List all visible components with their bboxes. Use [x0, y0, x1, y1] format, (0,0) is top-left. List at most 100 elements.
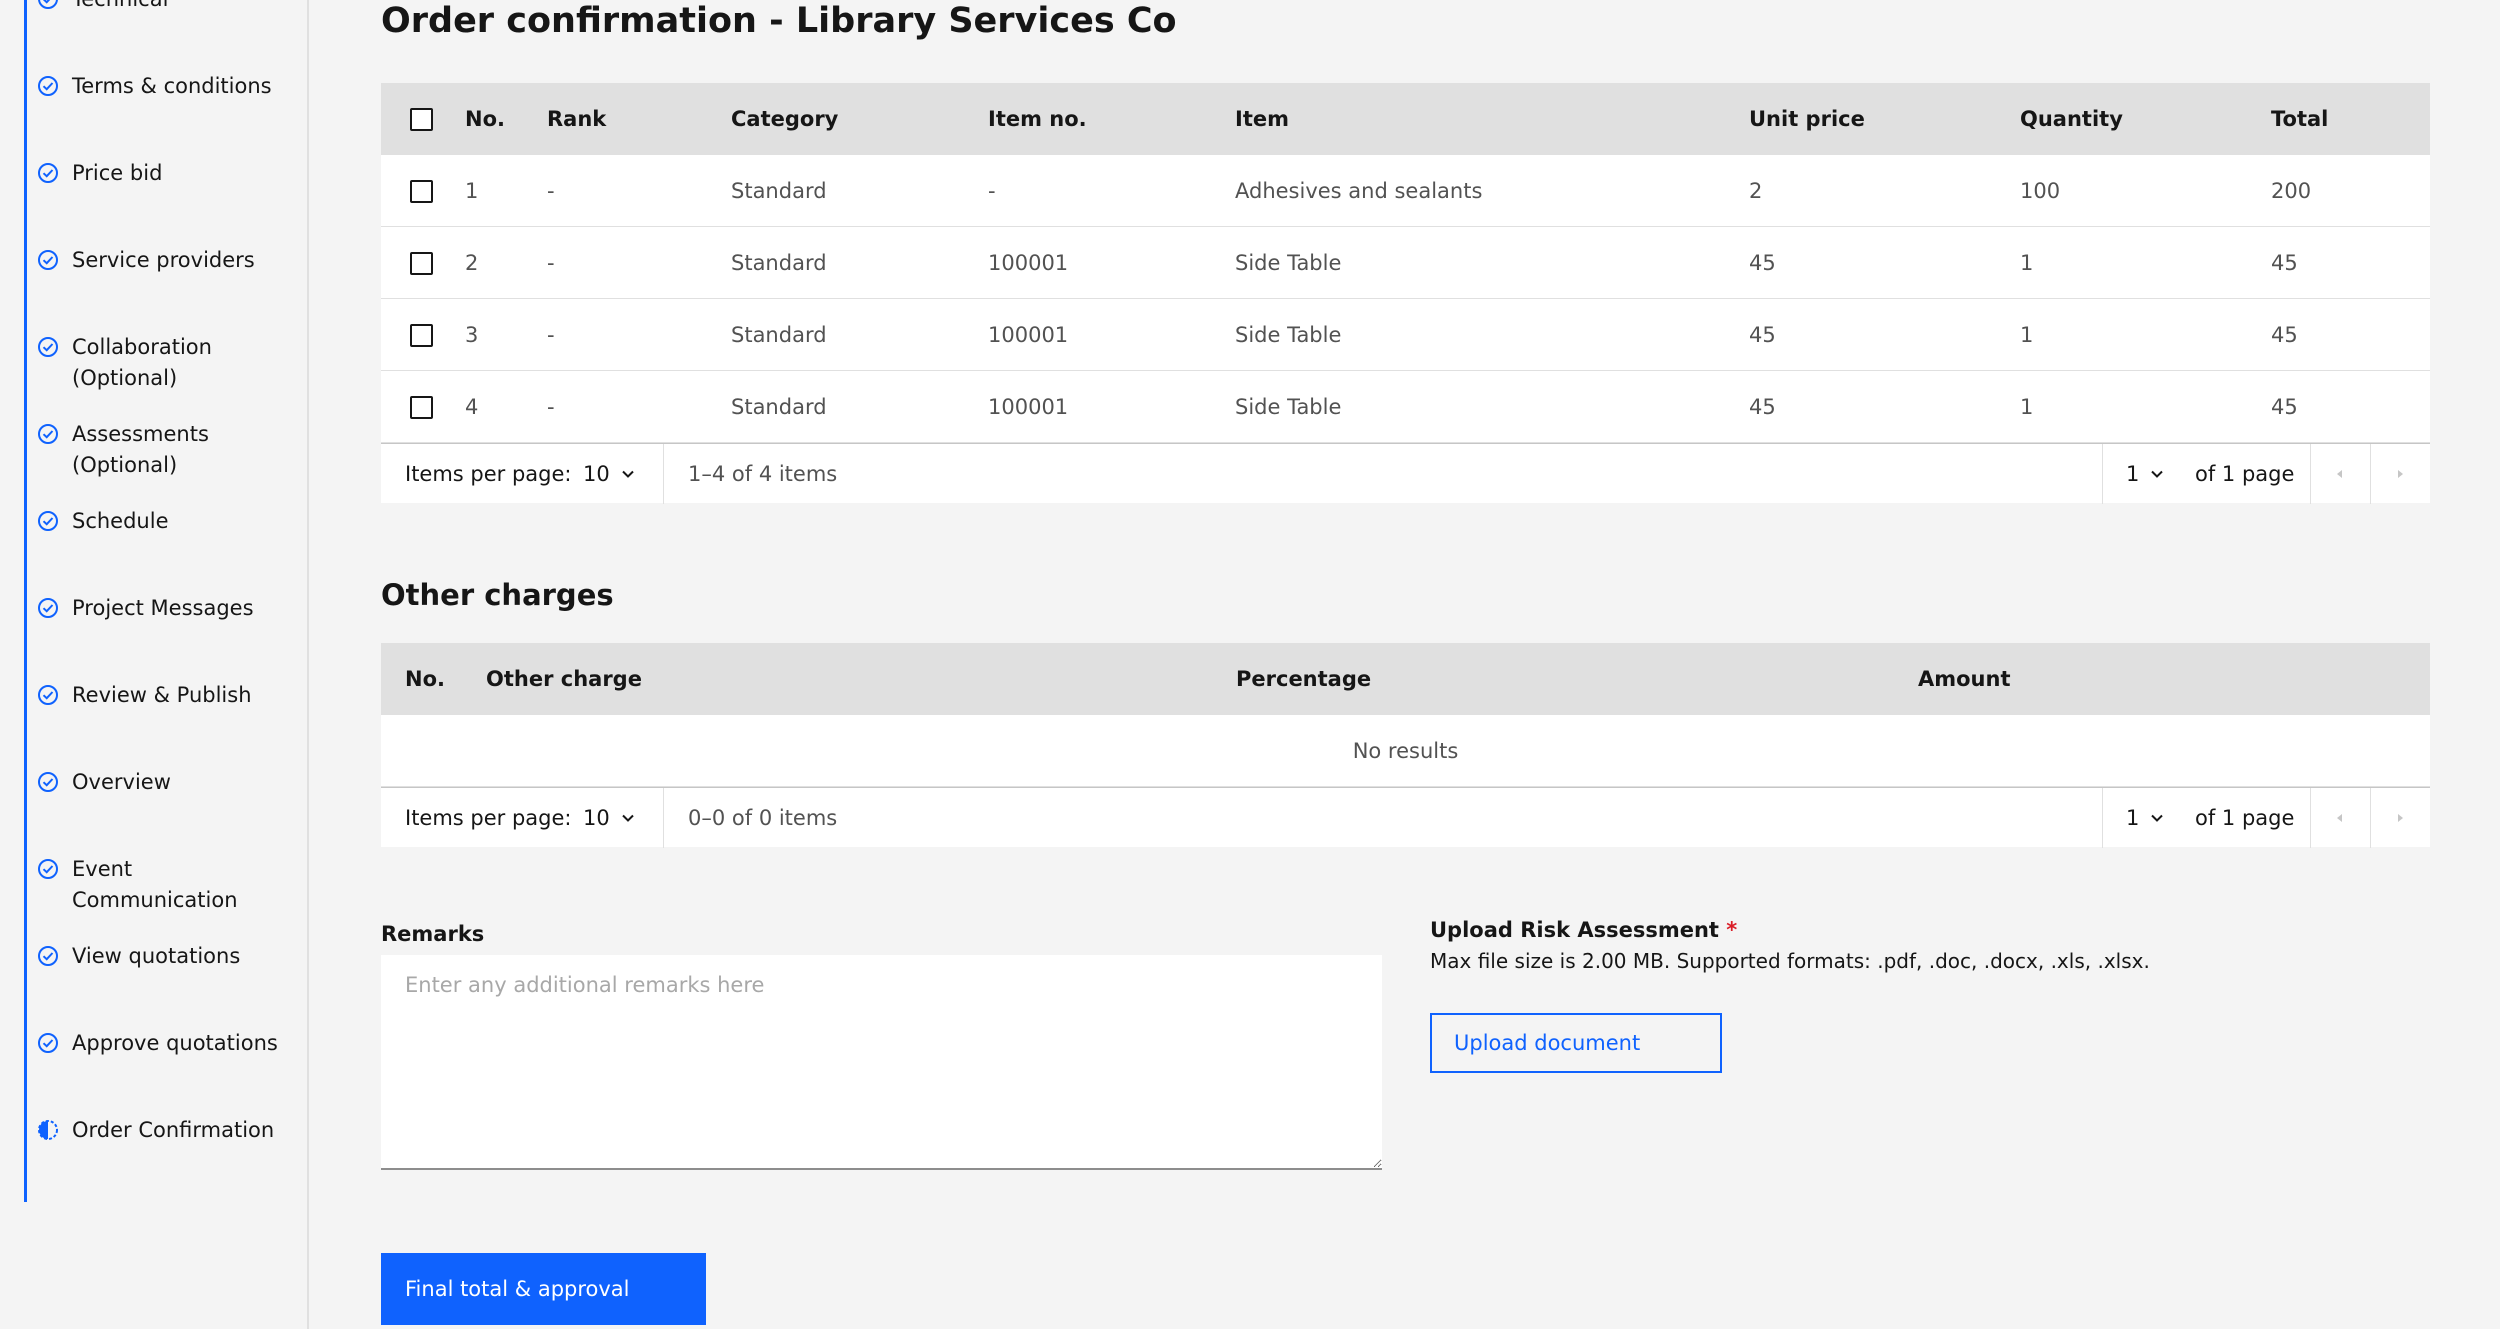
check-circle-icon: [38, 598, 58, 618]
final-total-approval-button[interactable]: Final total & approval: [381, 1253, 706, 1325]
sidebar-item-label: Approve quotations: [72, 1031, 278, 1055]
cell-quantity: 1: [2020, 251, 2034, 275]
cell-item: Side Table: [1235, 323, 1342, 347]
caret-right-icon: [2398, 470, 2403, 478]
items-per-page-label: Items per page:: [405, 806, 572, 830]
other-charges-table: No. Other charge Percentage Amount No re…: [381, 643, 2430, 848]
cell-rank: -: [547, 323, 555, 347]
sidebar-item-service-providers[interactable]: Service providers: [37, 245, 255, 276]
cell-rank: -: [547, 251, 555, 275]
cell-quantity: 100: [2020, 179, 2061, 203]
sidebar-item-collaboration[interactable]: Collaboration (Optional): [37, 332, 282, 394]
pager-range: 1–4 of 4 items: [688, 462, 838, 486]
column-header-item-no[interactable]: Item no.: [988, 83, 1087, 155]
sidebar-item-project-messages[interactable]: Project Messages: [37, 593, 254, 624]
sidebar-item-label: Service providers: [72, 248, 255, 272]
cell-item: Side Table: [1235, 395, 1342, 419]
upload-title-text: Upload Risk Assessment: [1430, 918, 1719, 942]
check-circle-icon: [38, 946, 58, 966]
column-header-total[interactable]: Total: [2271, 83, 2328, 155]
sidebar-item-label: Event Communication: [72, 857, 238, 912]
cell-rank: -: [547, 179, 555, 203]
column-header-category[interactable]: Category: [731, 83, 838, 155]
column-header-no[interactable]: No.: [405, 643, 445, 715]
caret-right-icon: [2398, 814, 2403, 822]
sidebar-item-assessments[interactable]: Assessments (Optional): [37, 419, 282, 481]
previous-page-button[interactable]: [2310, 444, 2370, 504]
next-page-button[interactable]: [2370, 444, 2430, 504]
remarks-label: Remarks: [381, 922, 485, 946]
cell-no: 4: [465, 395, 479, 419]
order-items-table: No. Rank Category Item no. Item Unit pri…: [381, 83, 2430, 504]
table-row: 1 - Standard - Adhesives and sealants 2 …: [381, 155, 2430, 227]
column-header-item[interactable]: Item: [1235, 83, 1289, 155]
sidebar-item-schedule[interactable]: Schedule: [37, 506, 169, 537]
row-checkbox[interactable]: [410, 324, 433, 347]
pagination: Items per page: 10 0–0 of 0 items 1 of 1…: [381, 787, 2430, 848]
row-checkbox[interactable]: [410, 396, 433, 419]
check-circle-icon: [38, 511, 58, 531]
page-value: 1: [2126, 806, 2140, 830]
column-header-amount[interactable]: Amount: [1918, 643, 2011, 715]
select-all-checkbox[interactable]: [410, 108, 433, 131]
column-header-no[interactable]: No.: [465, 83, 505, 155]
check-circle-icon: [38, 337, 58, 357]
cell-quantity: 1: [2020, 395, 2034, 419]
row-checkbox[interactable]: [410, 180, 433, 203]
cell-total: 45: [2271, 251, 2298, 275]
cell-item: Side Table: [1235, 251, 1342, 275]
table-header: No. Rank Category Item no. Item Unit pri…: [381, 83, 2430, 155]
required-marker: *: [1726, 918, 1738, 942]
upload-document-button[interactable]: Upload document: [1430, 1013, 1722, 1073]
check-circle-icon: [38, 424, 58, 444]
chevron-down-icon: [2151, 470, 2163, 478]
page-title: Order confirmation - Library Services Co: [381, 1, 1177, 41]
sidebar-item-view-quotations[interactable]: View quotations: [37, 941, 240, 972]
sidebar-item-approve-quotations[interactable]: Approve quotations: [37, 1028, 278, 1059]
sidebar-item-review-publish[interactable]: Review & Publish: [37, 680, 252, 711]
remarks-textarea[interactable]: [381, 955, 1382, 1170]
column-header-quantity[interactable]: Quantity: [2020, 83, 2123, 155]
pagination: Items per page: 10 1–4 of 4 items 1 of 1…: [381, 443, 2430, 504]
sidebar-item-label: Technical: [72, 0, 168, 15]
caret-left-icon: [2337, 470, 2342, 478]
cell-unit-price: 2: [1749, 179, 1763, 203]
table-header: No. Other charge Percentage Amount: [381, 643, 2430, 715]
sidebar-item-label: Terms & conditions: [72, 74, 272, 98]
caret-left-icon: [2337, 814, 2342, 822]
cell-category: Standard: [731, 323, 827, 347]
cell-category: Standard: [731, 251, 827, 275]
cell-total: 200: [2271, 179, 2312, 203]
check-circle-icon: [38, 685, 58, 705]
cell-item: Adhesives and sealants: [1235, 179, 1483, 203]
upload-title: Upload Risk Assessment *: [1430, 918, 1737, 942]
check-circle-icon: [38, 163, 58, 183]
no-results-text: No results: [1352, 739, 1459, 763]
table-row: 4 - Standard 100001 Side Table 45 1 45: [381, 371, 2430, 443]
sidebar-item-technical[interactable]: Technical: [37, 0, 168, 15]
cell-quantity: 1: [2020, 323, 2034, 347]
sidebar-item-label: View quotations: [72, 944, 241, 968]
sidebar-item-label: Assessments (Optional): [72, 422, 209, 477]
cell-item-no: 100001: [988, 395, 1069, 419]
cell-no: 1: [465, 179, 479, 203]
sidebar-item-event-communication[interactable]: Event Communication: [37, 854, 242, 916]
next-page-button[interactable]: [2370, 788, 2430, 848]
table-row: 3 - Standard 100001 Side Table 45 1 45: [381, 299, 2430, 371]
row-checkbox[interactable]: [410, 252, 433, 275]
sidebar-item-price-bid[interactable]: Price bid: [37, 158, 162, 189]
column-header-percentage[interactable]: Percentage: [1236, 643, 1371, 715]
column-header-other-charge[interactable]: Other charge: [486, 643, 642, 715]
previous-page-button[interactable]: [2310, 788, 2370, 848]
progress-rail: [24, 0, 27, 1202]
sidebar-item-terms[interactable]: Terms & conditions: [37, 71, 272, 102]
other-charges-title: Other charges: [381, 578, 614, 612]
sidebar-item-label: Project Messages: [72, 596, 254, 620]
column-header-unit-price[interactable]: Unit price: [1749, 83, 1865, 155]
empty-row: No results: [381, 715, 2430, 787]
column-header-rank[interactable]: Rank: [547, 83, 606, 155]
sidebar-item-label: Order Confirmation: [72, 1118, 275, 1142]
sidebar-item-order-confirmation[interactable]: Order Confirmation: [37, 1115, 274, 1146]
cell-category: Standard: [731, 395, 827, 419]
sidebar-item-overview[interactable]: Overview: [37, 767, 171, 798]
